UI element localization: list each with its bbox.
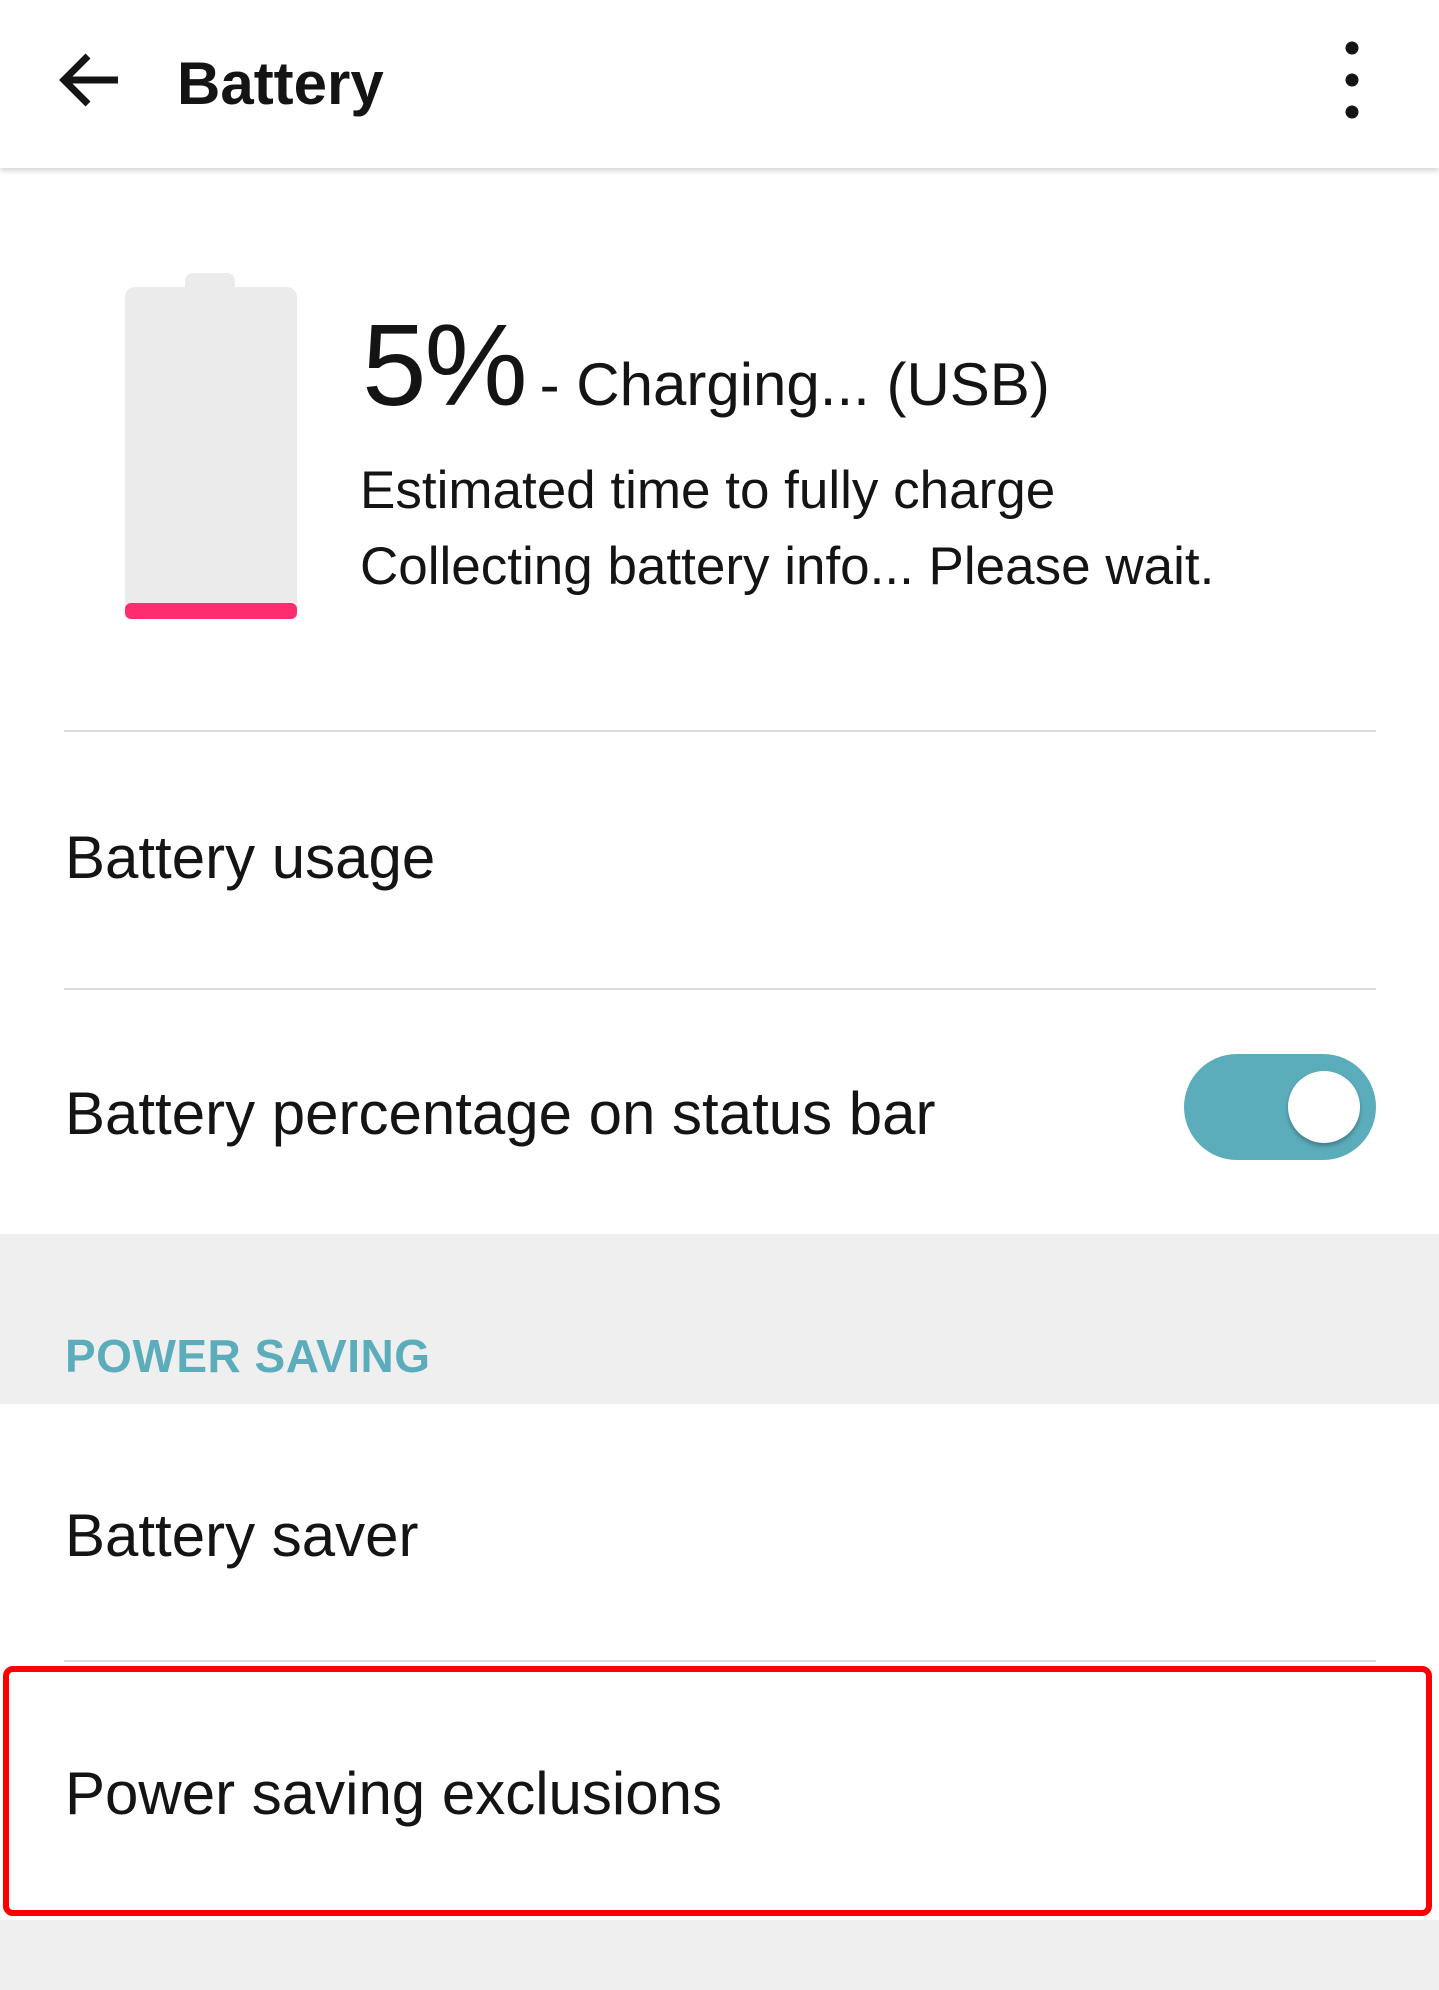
battery-usage-label: Battery usage xyxy=(65,824,436,891)
battery-saver-item[interactable]: Battery saver xyxy=(0,1404,1439,1660)
battery-percentage-label: Battery percentage on status bar xyxy=(65,1080,936,1147)
power-saving-header: POWER SAVING xyxy=(65,1330,431,1382)
charge-estimate-label: Estimated time to fully charge xyxy=(360,461,1056,520)
arrow-left-icon xyxy=(59,53,118,107)
back-button[interactable] xyxy=(40,30,140,130)
charge-estimate-value: Collecting battery info... Please wait. xyxy=(360,537,1215,596)
charging-status: - Charging... (USB) xyxy=(539,351,1050,418)
battery-usage-item[interactable]: Battery usage xyxy=(0,732,1439,988)
battery-saver-label: Battery saver xyxy=(65,1502,419,1569)
power-saving-exclusions-item[interactable]: Power saving exclusions xyxy=(0,1662,1439,1916)
battery-percent: 5% xyxy=(362,300,528,430)
section-header: POWER SAVING xyxy=(0,1234,1439,1404)
page-title: Battery xyxy=(177,50,384,117)
battery-status: 5% - Charging... (USB) xyxy=(362,307,1050,456)
more-options-button[interactable] xyxy=(1302,30,1402,130)
app-bar: Battery xyxy=(0,0,1439,168)
battery-level-icon xyxy=(125,273,297,619)
battery-percentage-toggle[interactable] xyxy=(1184,1054,1376,1160)
power-saving-exclusions-label: Power saving exclusions xyxy=(65,1760,722,1827)
more-vert-icon xyxy=(1345,41,1359,119)
toggle-knob xyxy=(1288,1071,1360,1143)
battery-settings-screen: Battery 5% - Charging... (USB) Estimated … xyxy=(0,0,1439,1990)
